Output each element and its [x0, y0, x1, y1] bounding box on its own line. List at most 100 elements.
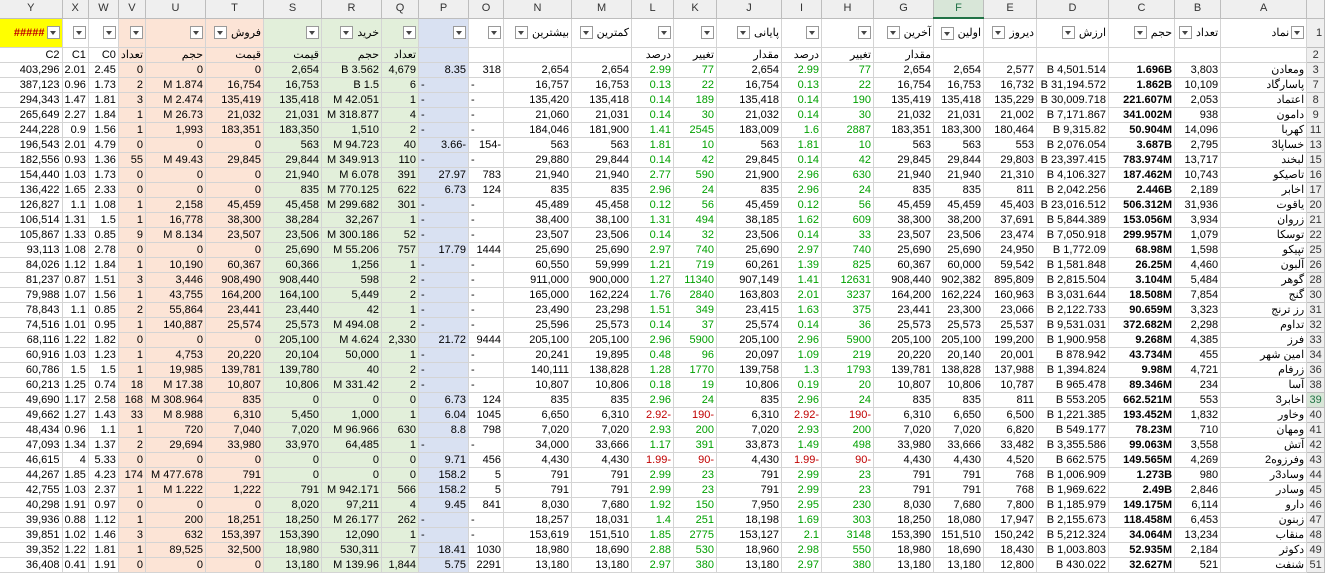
cell-p[interactable]: 8.35 [418, 62, 470, 79]
cell-s[interactable]: 60,366 [263, 257, 323, 274]
cell-s[interactable]: 8,020 [263, 497, 323, 514]
cell-u[interactable]: 0 [145, 137, 207, 154]
cell-g[interactable]: 20,220 [873, 347, 935, 364]
cell-l[interactable]: 2.99 [631, 482, 675, 499]
filter-dropdown-icon[interactable] [72, 26, 86, 40]
cell-g[interactable]: 16,754 [873, 77, 935, 94]
cell-f[interactable]: 205,100 [933, 332, 985, 349]
cell-i[interactable]: 1.63 [781, 302, 823, 319]
cell-f[interactable]: 183,300 [933, 122, 985, 139]
cell-r[interactable]: 64,485 [321, 437, 383, 454]
cell-m[interactable]: 59,999 [571, 257, 633, 274]
cell-r[interactable]: 1,256 [321, 257, 383, 274]
row-number[interactable]: 3 [1306, 62, 1326, 79]
cell-a[interactable]: شنفت [1220, 557, 1308, 574]
cell-t[interactable]: 0 [205, 167, 265, 184]
cell-n[interactable]: 140,111 [503, 362, 573, 379]
row-number[interactable]: 26 [1306, 257, 1326, 274]
cell-k[interactable]: 391 [673, 437, 718, 454]
cell-m[interactable]: 23,298 [571, 302, 633, 319]
cell-d[interactable]: B 878.942 [1036, 347, 1110, 364]
row-number[interactable]: 31 [1306, 302, 1326, 319]
cell-o[interactable]: 5 [468, 482, 505, 499]
cell-j[interactable]: 2,654 [716, 62, 783, 79]
cell-n[interactable]: 10,807 [503, 377, 573, 394]
cell-v[interactable]: 1 [118, 362, 147, 379]
cell-t[interactable]: 0 [205, 137, 265, 154]
cell-j[interactable]: 21,032 [716, 107, 783, 124]
cell-f[interactable]: 791 [933, 467, 985, 484]
cell-o[interactable]: 783 [468, 167, 505, 184]
cell-l[interactable]: 0.14 [631, 107, 675, 124]
cell-r[interactable]: 1,000 [321, 407, 383, 424]
cell-i[interactable]: 2.01 [781, 287, 823, 304]
cell-y[interactable]: 44,267 [0, 467, 63, 484]
cell-v[interactable]: 1 [118, 542, 147, 559]
column-header-p[interactable]: P [418, 0, 470, 19]
cell-b[interactable]: 710 [1174, 422, 1222, 439]
column-header-m[interactable]: M [571, 0, 633, 19]
cell-i[interactable]: 1.49 [781, 437, 823, 454]
cell-h[interactable]: 23 [821, 482, 875, 499]
cell-m[interactable]: 835 [571, 182, 633, 199]
cell-b[interactable]: 3,934 [1174, 212, 1222, 229]
filter-dropdown-icon[interactable] [579, 26, 593, 40]
cell-m[interactable]: 19,895 [571, 347, 633, 364]
cell-v[interactable]: 1 [118, 422, 147, 439]
cell-q[interactable]: 2 [381, 362, 420, 379]
filter-dropdown-icon[interactable] [992, 26, 1006, 40]
cell-g[interactable]: 18,980 [873, 542, 935, 559]
cell-f[interactable]: 563 [933, 137, 985, 154]
cell-o[interactable]: - [468, 377, 505, 394]
filter-dropdown-icon[interactable] [886, 26, 900, 40]
cell-r[interactable]: M 318.877 [321, 107, 383, 124]
cell-u[interactable]: 0 [145, 497, 207, 514]
cell-q[interactable]: 4 [381, 107, 420, 124]
cell-a[interactable]: امین شهر [1220, 347, 1308, 364]
cell-o[interactable]: 798 [468, 422, 505, 439]
cell-g[interactable]: 18,250 [873, 512, 935, 529]
cell-j[interactable]: 45,459 [716, 197, 783, 214]
cell-c[interactable]: 50.904M [1108, 122, 1176, 139]
cell-l[interactable]: 0.14 [631, 227, 675, 244]
cell-p[interactable]: 27.97 [418, 167, 470, 184]
cell-q[interactable]: 0 [381, 452, 420, 469]
row-number-2[interactable]: 2 [1306, 47, 1326, 64]
cell-t[interactable]: 791 [205, 467, 265, 484]
cell-g[interactable]: 13,180 [873, 557, 935, 574]
cell-y[interactable]: 105,867 [0, 227, 63, 244]
cell-o[interactable]: 318 [468, 62, 505, 79]
cell-n[interactable]: 911,000 [503, 272, 573, 289]
cell-c[interactable]: 9.98M [1108, 362, 1176, 379]
cell-y[interactable]: 48,434 [0, 422, 63, 439]
cell-k[interactable]: 24 [673, 392, 718, 409]
cell-k[interactable]: 22 [673, 77, 718, 94]
cell-r[interactable]: M 349.913 [321, 152, 383, 169]
cell-n[interactable]: 18,980 [503, 542, 573, 559]
cell-o[interactable]: 1045 [468, 407, 505, 424]
cell-g[interactable]: 23,441 [873, 302, 935, 319]
cell-t[interactable]: 21,032 [205, 107, 265, 124]
cell-v[interactable]: 0 [118, 242, 147, 259]
cell-n[interactable]: 16,757 [503, 77, 573, 94]
cell-s[interactable]: 38,284 [263, 212, 323, 229]
cell-l[interactable]: 1.27 [631, 272, 675, 289]
cell-f[interactable]: 162,224 [933, 287, 985, 304]
cell-v[interactable]: 33 [118, 407, 147, 424]
cell-y[interactable]: 84,026 [0, 257, 63, 274]
cell-c[interactable]: 506.312M [1108, 197, 1176, 214]
cell-n[interactable]: 60,550 [503, 257, 573, 274]
cell-d[interactable]: B 4,106.327 [1036, 167, 1110, 184]
cell-l[interactable]: 1.51 [631, 302, 675, 319]
cell-a[interactable]: کهربا [1220, 122, 1308, 139]
cell-e[interactable]: 25,537 [983, 317, 1038, 334]
cell-c[interactable]: 43.734M [1108, 347, 1176, 364]
cell-q[interactable]: 40 [381, 137, 420, 154]
cell-q[interactable]: 391 [381, 167, 420, 184]
cell-q[interactable]: 1 [381, 257, 420, 274]
cell-a[interactable]: تداوم [1220, 317, 1308, 334]
cell-d[interactable]: B 2,076.054 [1036, 137, 1110, 154]
row-number[interactable]: 30 [1306, 287, 1326, 304]
cell-v[interactable]: 0 [118, 137, 147, 154]
cell-o[interactable]: - [468, 107, 505, 124]
